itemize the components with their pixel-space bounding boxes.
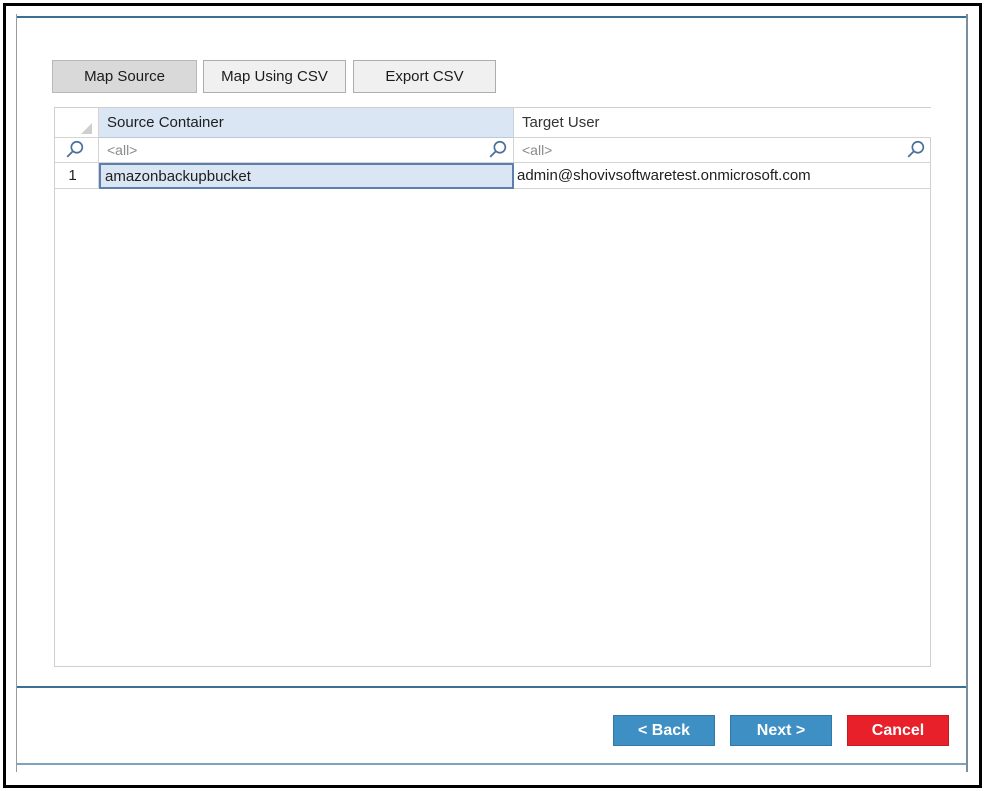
source-filter-text: <all> — [107, 142, 138, 158]
target-filter-text: <all> — [522, 142, 553, 158]
grid-header-row: Source Container Target User — [55, 108, 931, 138]
map-using-csv-button[interactable]: Map Using CSV — [203, 60, 346, 93]
target-user-cell[interactable]: admin@shovivsoftwaretest.onmicrosoft.com — [514, 163, 931, 189]
grid-filter-row: <all> <all> — [55, 138, 931, 163]
search-icon[interactable] — [905, 139, 927, 161]
next-button[interactable]: Next > — [730, 715, 832, 746]
source-container-cell[interactable]: amazonbackupbucket — [99, 163, 514, 189]
filter-row-indicator — [55, 138, 99, 163]
mapping-grid: Source Container Target User <all> <all> — [54, 107, 931, 667]
corner-triangle-icon — [81, 123, 92, 134]
column-header-target-user[interactable]: Target User — [514, 108, 931, 138]
map-source-button[interactable]: Map Source — [52, 60, 197, 93]
cancel-button[interactable]: Cancel — [847, 715, 949, 746]
search-icon — [66, 140, 83, 158]
top-accent-line — [17, 16, 966, 18]
row-number: 1 — [55, 163, 99, 189]
source-container-filter[interactable]: <all> — [99, 138, 514, 163]
export-csv-button[interactable]: Export CSV — [353, 60, 496, 93]
table-row[interactable]: 1 amazonbackupbucket admin@shovivsoftwar… — [55, 163, 931, 189]
grid-corner[interactable] — [55, 108, 99, 138]
search-icon[interactable] — [487, 139, 509, 161]
column-header-source-container[interactable]: Source Container — [99, 108, 514, 138]
back-button[interactable]: < Back — [613, 715, 715, 746]
wizard-window: Map Source Map Using CSV Export CSV Sour… — [16, 14, 968, 772]
bottom-accent-line — [17, 763, 966, 765]
target-user-filter[interactable]: <all> — [514, 138, 931, 163]
footer-divider — [17, 686, 966, 688]
